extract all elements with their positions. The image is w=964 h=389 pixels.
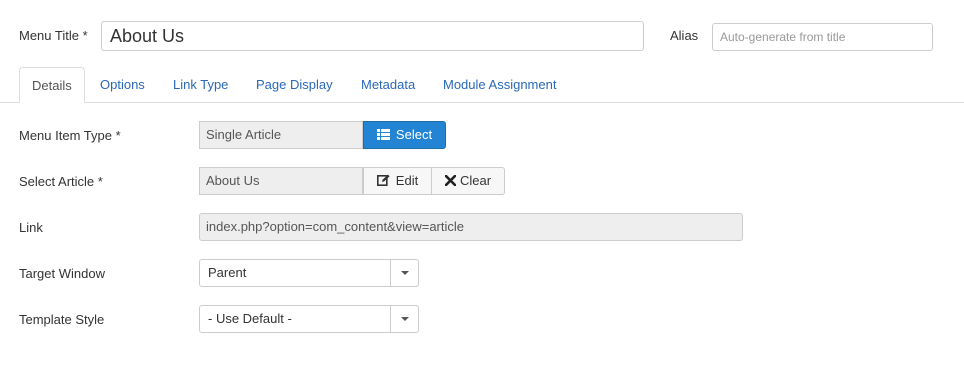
menu-item-type-field: Single Article	[199, 121, 363, 149]
select-article-field: About Us	[199, 167, 363, 195]
edit-icon	[376, 169, 390, 195]
link-field: index.php?option=com_content&view=articl…	[199, 213, 743, 241]
target-window-value: Parent	[208, 265, 247, 280]
tab-bar: Details Options Link Type Page Display M…	[0, 67, 964, 103]
template-style-value: - Use Default -	[208, 311, 292, 326]
tab-page-display[interactable]: Page Display	[256, 67, 333, 103]
menu-item-type-label: Menu Item Type *	[19, 128, 121, 143]
tab-module-assignment[interactable]: Module Assignment	[443, 67, 556, 103]
tab-link-type[interactable]: Link Type	[173, 67, 228, 103]
alias-label: Alias	[670, 28, 699, 43]
alias-input[interactable]: Auto-generate from title	[712, 23, 933, 51]
edit-button-label: Edit	[395, 173, 419, 188]
select-button-label: Select	[395, 127, 433, 142]
clear-button[interactable]: Clear	[431, 167, 505, 195]
menu-title-input[interactable]: About Us	[101, 21, 644, 51]
tab-details[interactable]: Details	[19, 67, 85, 103]
edit-button[interactable]: Edit	[363, 167, 432, 195]
target-window-label: Target Window	[19, 266, 105, 281]
chevron-down-icon	[390, 260, 418, 286]
target-window-select[interactable]: Parent	[199, 259, 419, 287]
clear-button-label: Clear	[459, 173, 492, 188]
select-button[interactable]: Select	[363, 121, 446, 149]
template-style-label: Template Style	[19, 312, 105, 327]
tab-options[interactable]: Options	[100, 67, 145, 103]
chevron-down-icon	[390, 306, 418, 332]
link-label: Link	[19, 220, 43, 235]
close-icon	[444, 169, 457, 195]
template-style-select[interactable]: - Use Default -	[199, 305, 419, 333]
select-article-label: Select Article *	[19, 174, 103, 189]
list-icon	[376, 123, 390, 149]
tab-metadata[interactable]: Metadata	[361, 67, 415, 103]
menu-title-label: Menu Title *	[19, 28, 88, 43]
